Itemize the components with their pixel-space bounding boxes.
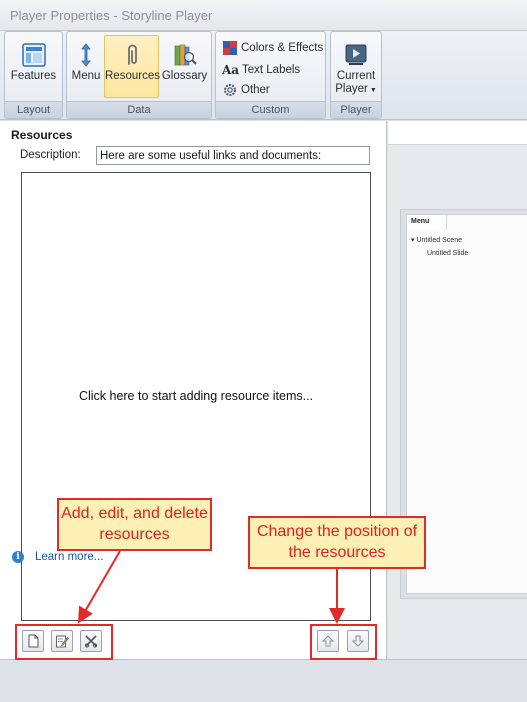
resources-title: Resources [11,128,73,142]
features-icon [21,43,46,67]
ribbon: Features Layout Menu Resources Glossary … [0,31,527,120]
player-icon [345,44,367,65]
menu-label: Menu [71,70,101,82]
resources-panel: Resources Description: Click here to sta… [0,121,387,659]
features-button[interactable]: Features [7,35,60,98]
current-player-label-2-text: Player [335,83,368,95]
description-input[interactable] [96,146,370,165]
ribbon-group-player: Current Player ▼ Player [330,31,382,119]
callout-change-position: Change the position of the resources [248,516,426,569]
player-preview: Menu ▾ Untitled Scene Untitled Slide [388,121,527,659]
glossary-label: Glossary [161,70,208,82]
preview-scene-label: Untitled Scene [416,237,462,244]
learn-more-link[interactable]: Learn more... [35,551,103,563]
learn-more-row: i Learn more... [12,551,103,563]
description-label: Description: [20,149,81,161]
preview-header [388,121,527,145]
ribbon-group-layout: Features Layout [4,31,63,119]
gear-icon [224,83,236,96]
text-labels-label: Text Labels [242,63,301,76]
info-icon: i [12,551,24,563]
window-title: Player Properties - Storyline Player [10,8,213,23]
colors-effects-label: Colors & Effects [241,41,324,54]
layout-group-label: Layout [5,101,62,118]
highlight-move-buttons [310,624,377,660]
dropdown-arrow-icon: ▼ [369,87,377,94]
glossary-icon [174,44,197,66]
paperclip-icon [127,44,137,65]
ribbon-group-data: Menu Resources Glossary Data [66,31,212,119]
resources-button[interactable]: Resources [104,35,160,98]
other-button[interactable]: Other [222,80,270,99]
callout-add-edit-delete: Add, edit, and delete resources [57,498,212,551]
ribbon-group-custom: Colors & Effects Aa Text Labels Other Cu… [215,31,326,119]
menu-icon [81,43,91,67]
highlight-edit-buttons [15,624,113,660]
glossary-button[interactable]: Glossary [160,35,209,98]
resources-label: Resources [105,70,160,82]
other-label: Other [241,83,270,96]
data-group-label: Data [67,101,211,118]
preview-scene-item: ▾ Untitled Scene [411,236,462,244]
current-player-button[interactable]: Current Player ▼ [333,35,379,98]
empty-list-hint[interactable]: Click here to start adding resource item… [22,389,370,403]
text-labels-button[interactable]: Aa Text Labels [222,60,300,79]
colors-effects-icon [223,40,237,55]
colors-effects-button[interactable]: Colors & Effects [222,38,323,57]
text-labels-icon: Aa [222,62,240,77]
bottom-bar [0,659,527,702]
preview-slide-item: Untitled Slide [427,250,469,257]
title-bar: Player Properties - Storyline Player [0,0,527,31]
features-label: Features [10,70,57,82]
player-group-label: Player [331,101,381,118]
preview-menu-tab: Menu [407,215,447,230]
custom-group-label: Custom [216,101,325,118]
current-player-label-2: Player ▼ [334,83,378,97]
menu-button[interactable]: Menu [69,35,103,98]
current-player-label-1: Current [336,70,376,82]
